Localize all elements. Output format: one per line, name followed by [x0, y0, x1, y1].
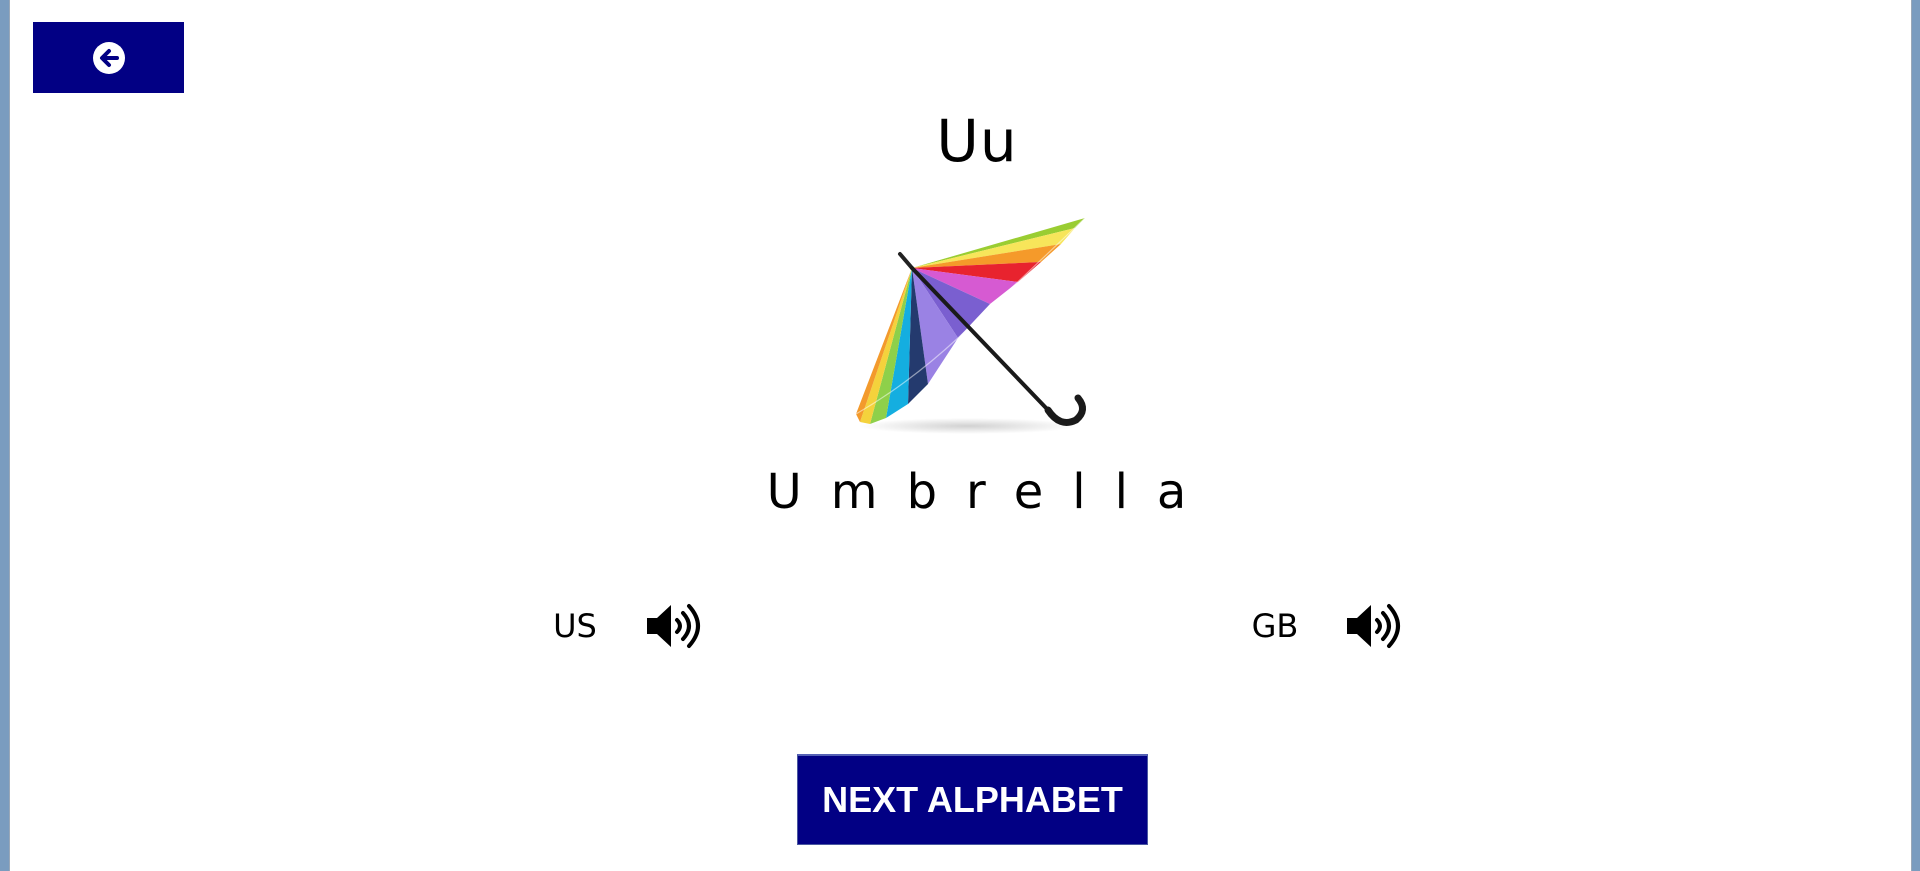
next-alphabet-button[interactable]: NEXT ALPHABET — [797, 754, 1148, 845]
back-button[interactable] — [33, 22, 184, 93]
gb-pronunciation: GB — [1219, 604, 1403, 648]
flashcard-page: Uu Umbrella US GB NEXT ALPHABET — [9, 0, 1912, 871]
word-label: Umbrella — [766, 464, 1216, 520]
gb-label: GB — [1251, 607, 1299, 645]
circle-arrow-left-icon — [92, 41, 125, 74]
speaker-volume-icon[interactable] — [645, 602, 703, 650]
us-pronunciation: US — [519, 604, 703, 648]
letter-heading: Uu — [936, 107, 1018, 175]
us-label: US — [553, 607, 597, 645]
speaker-volume-icon[interactable] — [1345, 602, 1403, 650]
rainbow-umbrella-image — [855, 217, 1086, 434]
